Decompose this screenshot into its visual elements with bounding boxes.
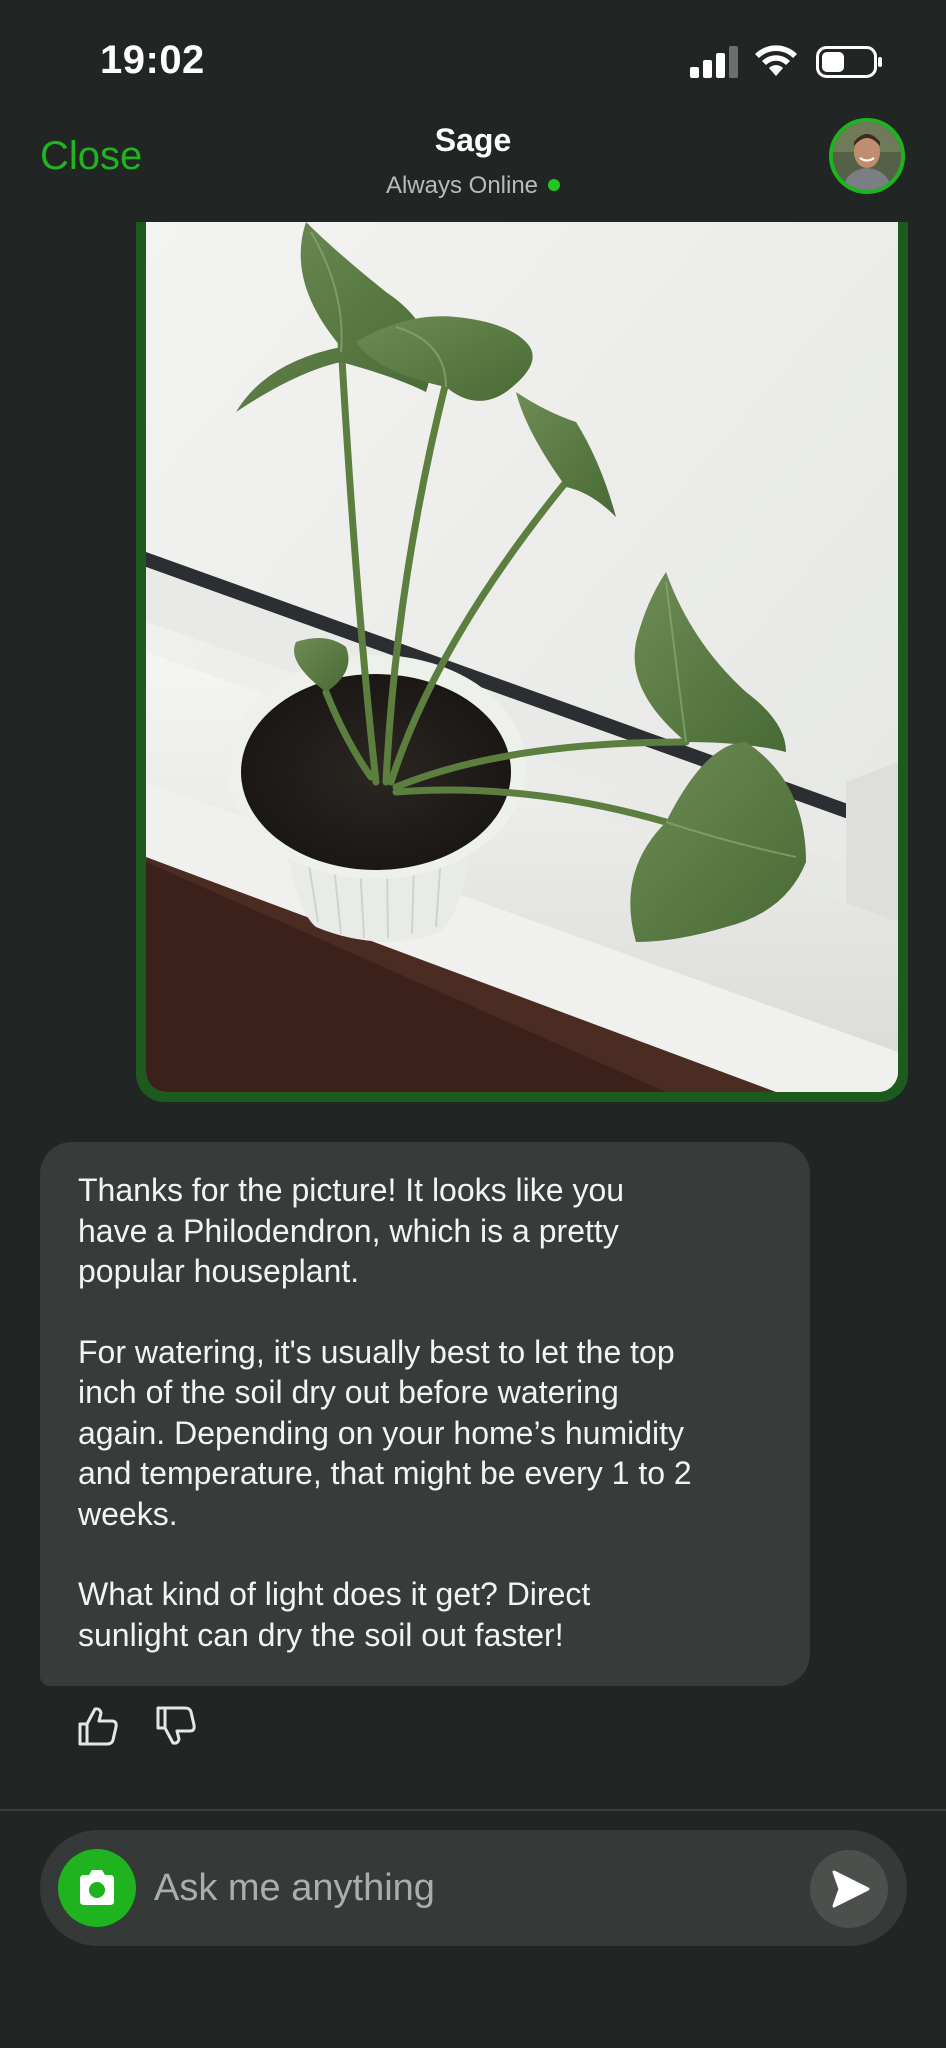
status-bar: 19:02 <box>0 0 946 110</box>
cellular-signal-icon <box>690 46 738 78</box>
assistant-avatar[interactable] <box>829 118 905 194</box>
send-icon <box>832 1870 870 1908</box>
assistant-name: Sage <box>434 122 512 158</box>
battery-icon <box>816 46 882 78</box>
online-status: Always Online <box>0 172 946 200</box>
online-indicator-icon <box>548 178 561 191</box>
message-paragraph: What kind of light does it get? Direct s… <box>78 1576 591 1653</box>
message-composer <box>40 1830 907 1946</box>
thumbs-down-icon[interactable] <box>154 1704 198 1748</box>
thumbs-up-icon[interactable] <box>76 1704 120 1748</box>
chat-screen: 19:02 Close Sage Always Online Thanks fo… <box>0 0 946 2048</box>
chat-header: Close Sage Always Online <box>0 110 946 222</box>
avatar-portrait-icon <box>833 122 901 190</box>
send-button[interactable] <box>810 1850 888 1928</box>
message-paragraph: Thanks for the picture! It looks like yo… <box>78 1172 625 1289</box>
status-time: 19:02 <box>100 38 205 82</box>
camera-icon <box>80 1870 114 1905</box>
online-status-label: Always Online <box>385 172 539 199</box>
assistant-message: Thanks for the picture! It looks like yo… <box>40 1142 810 1686</box>
user-image-message[interactable] <box>136 222 908 1102</box>
plant-photo-illustration <box>146 222 898 1092</box>
plant-photo[interactable] <box>146 222 898 1092</box>
message-paragraph: For watering, it's usually best to let t… <box>78 1333 692 1532</box>
camera-button[interactable] <box>58 1849 136 1927</box>
composer-divider <box>0 1809 946 1811</box>
message-input[interactable] <box>154 1858 714 1918</box>
wifi-icon <box>755 45 797 76</box>
